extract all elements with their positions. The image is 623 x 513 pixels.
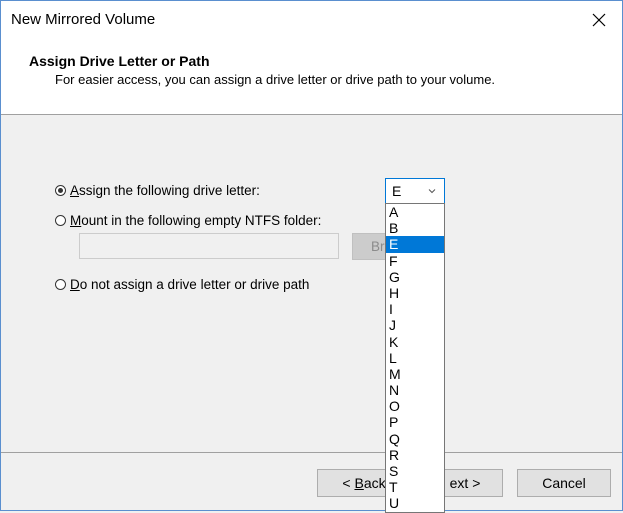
dropdown-item[interactable]: S <box>386 463 444 479</box>
dropdown-item[interactable]: R <box>386 447 444 463</box>
dropdown-item[interactable]: O <box>386 398 444 414</box>
title-bar: New Mirrored Volume <box>1 1 622 39</box>
dropdown-item[interactable]: H <box>386 285 444 301</box>
dropdown-item[interactable]: U <box>386 495 444 511</box>
dropdown-item[interactable]: E <box>386 236 444 253</box>
dropdown-item[interactable]: B <box>386 220 444 236</box>
drive-letter-value: E <box>392 183 402 199</box>
assign-letter-label[interactable]: Assign the following drive letter: <box>70 183 260 198</box>
dropdown-item[interactable]: K <box>386 334 444 350</box>
drive-letter-dropdown[interactable]: ABEFGHIJKLMNOPQRSTU <box>385 203 445 513</box>
wizard-header: Assign Drive Letter or Path For easier a… <box>1 39 622 115</box>
dropdown-item[interactable]: N <box>386 382 444 398</box>
dropdown-item[interactable]: M <box>386 366 444 382</box>
drive-letter-combo[interactable]: E <box>385 178 445 204</box>
dropdown-item[interactable]: T <box>386 479 444 495</box>
close-icon[interactable] <box>588 9 610 31</box>
wizard-window: New Mirrored Volume Assign Drive Letter … <box>0 0 623 511</box>
mount-folder-radio[interactable] <box>55 215 66 226</box>
no-assign-option[interactable]: Do not assign a drive letter or drive pa… <box>55 277 309 292</box>
dropdown-item[interactable]: J <box>386 317 444 333</box>
no-assign-label[interactable]: Do not assign a drive letter or drive pa… <box>70 277 309 292</box>
mount-folder-option[interactable]: Mount in the following empty NTFS folder… <box>55 213 321 228</box>
dropdown-item[interactable]: P <box>386 414 444 430</box>
dropdown-item[interactable]: A <box>386 204 444 220</box>
folder-path-input[interactable] <box>79 233 339 259</box>
dropdown-item[interactable]: L <box>386 350 444 366</box>
page-subtitle: For easier access, you can assign a driv… <box>55 72 496 87</box>
dropdown-item[interactable]: G <box>386 269 444 285</box>
no-assign-radio[interactable] <box>55 279 66 290</box>
cancel-button[interactable]: Cancel <box>517 469 611 497</box>
assign-letter-option[interactable]: Assign the following drive letter: <box>55 183 260 198</box>
dropdown-item[interactable]: Q <box>386 431 444 447</box>
chevron-down-icon <box>428 189 436 194</box>
dropdown-item[interactable]: F <box>386 253 444 269</box>
footer-divider <box>1 452 622 453</box>
assign-letter-radio[interactable] <box>55 185 66 196</box>
window-title: New Mirrored Volume <box>11 11 156 28</box>
dropdown-item[interactable]: I <box>386 301 444 317</box>
page-title: Assign Drive Letter or Path <box>29 53 210 69</box>
mount-folder-label[interactable]: Mount in the following empty NTFS folder… <box>70 213 321 228</box>
